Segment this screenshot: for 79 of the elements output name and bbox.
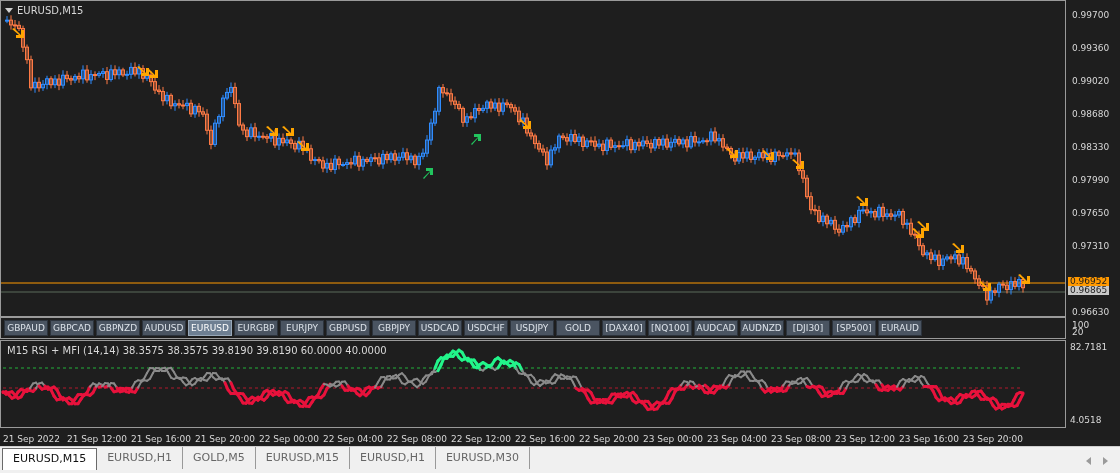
symbol-button[interactable]: AUDNZD <box>740 320 784 336</box>
up-arrow-icon <box>471 134 481 145</box>
indicator-axis-label: 4.0518 <box>1070 416 1102 425</box>
chart-tab[interactable]: GOLD,M5 <box>183 447 256 469</box>
symbol-button[interactable]: EURGBP <box>234 320 278 336</box>
indicator-axis-label: 82.7181 <box>1070 343 1108 352</box>
time-axis-label: 22 Sep 12:00 <box>451 432 513 446</box>
down-arrow-icon <box>146 68 158 78</box>
symbol-button[interactable]: [DAX40] <box>602 320 646 336</box>
indicator-title: M15 RSI + MFI (14,14) 38.3575 38.3575 39.8190 39.8190 60.0000 40.0000 <box>7 344 387 358</box>
price-tag: 0.96865 <box>1068 286 1110 295</box>
down-arrow-icon <box>912 228 924 238</box>
down-arrow-icon <box>917 221 929 231</box>
price-axis-label: 0.97650 <box>1072 209 1110 218</box>
price-axis-label: 0.98330 <box>1072 143 1110 152</box>
symbol-button[interactable]: GBPNZD <box>96 320 140 336</box>
price-axis-label: 0.96630 <box>1072 308 1110 317</box>
symbol-button[interactable]: GBPAUD <box>4 320 48 336</box>
symbol-button[interactable]: [NQ100] <box>648 320 692 336</box>
symbol-button[interactable]: GBPJPY <box>372 320 416 336</box>
scroll-right-icon[interactable] <box>1103 457 1108 465</box>
symbol-button[interactable]: USDJPY <box>510 320 554 336</box>
down-arrow-icon <box>792 159 804 169</box>
down-arrow-icon <box>979 281 991 291</box>
down-arrow-icon <box>856 196 868 206</box>
chart-tab[interactable]: EURUSD,H1 <box>350 447 436 469</box>
price-axis-label: 0.98680 <box>1072 110 1110 119</box>
time-axis-label: 23 Sep 00:00 <box>643 432 705 446</box>
down-arrow-icon <box>297 141 309 151</box>
down-arrow-icon <box>266 126 278 136</box>
price-axis-label: 0.99360 <box>1072 44 1110 53</box>
time-axis-label: 23 Sep 16:00 <box>899 432 961 446</box>
symbol-button[interactable]: EURAUD <box>878 320 922 336</box>
time-axis-label: 23 Sep 04:00 <box>707 432 769 446</box>
time-axis-label: 23 Sep 08:00 <box>771 432 833 446</box>
symbol-button[interactable]: [SP500] <box>832 320 876 336</box>
time-axis-label: 21 Sep 16:00 <box>131 432 193 446</box>
chart-tab[interactable]: EURUSD,M15 <box>255 447 350 469</box>
time-axis-label: 23 Sep 12:00 <box>835 432 897 446</box>
time-axis-label: 22 Sep 08:00 <box>387 432 449 446</box>
symbol-button[interactable]: GOLD <box>556 320 600 336</box>
chart-tab[interactable]: EURUSD,M30 <box>435 447 531 469</box>
symbol-button[interactable]: AUDUSD <box>142 320 186 336</box>
down-arrow-icon <box>726 148 738 158</box>
price-axis-label: 0.99700 <box>1072 11 1110 20</box>
dropdown-caret-icon[interactable] <box>5 8 13 13</box>
time-axis-label: 22 Sep 04:00 <box>323 432 385 446</box>
down-arrow-icon <box>519 119 531 129</box>
symbol-button[interactable]: USDCHF <box>464 320 508 336</box>
scroll-left-icon[interactable] <box>1086 457 1091 465</box>
price-axis-label: 0.97310 <box>1072 242 1110 251</box>
down-arrow-icon <box>1018 274 1030 284</box>
down-arrow-icon <box>952 243 964 253</box>
symbol-button[interactable]: EURJPY <box>280 320 324 336</box>
price-axis-label: 0.99020 <box>1072 77 1110 86</box>
symbol-button[interactable]: AUDCAD <box>694 320 738 336</box>
down-arrow-icon <box>762 150 774 160</box>
time-axis-label: 21 Sep 20:00 <box>195 432 257 446</box>
price-axis-label: 0.97990 <box>1072 176 1110 185</box>
symbol-button[interactable]: USDCAD <box>418 320 462 336</box>
down-arrow-icon <box>12 28 24 38</box>
down-arrow-icon <box>137 66 149 76</box>
symbol-button[interactable]: GBPUSD <box>326 320 370 336</box>
time-axis-label: 22 Sep 16:00 <box>515 432 577 446</box>
symbol-button[interactable]: EURUSD <box>188 320 232 336</box>
down-arrow-icon <box>282 126 294 136</box>
time-axis-label: 21 Sep 12:00 <box>67 432 129 446</box>
time-axis-label: 22 Sep 20:00 <box>579 432 641 446</box>
price-tag: 0.96952 <box>1068 277 1110 286</box>
time-axis-label: 21 Sep 2022 <box>3 432 62 446</box>
chart-title: EURUSD,M15 <box>17 4 84 18</box>
scale-label: 20 <box>1072 328 1084 337</box>
chart-tab[interactable]: EURUSD,M15 <box>2 448 98 470</box>
symbol-button[interactable]: GBPCAD <box>50 320 94 336</box>
time-axis-label: 23 Sep 20:00 <box>963 432 1025 446</box>
symbol-button[interactable]: [DJI30] <box>786 320 830 336</box>
chart-tab[interactable]: EURUSD,H1 <box>97 447 184 469</box>
up-arrow-icon <box>423 168 433 179</box>
time-axis-label: 22 Sep 00:00 <box>259 432 321 446</box>
